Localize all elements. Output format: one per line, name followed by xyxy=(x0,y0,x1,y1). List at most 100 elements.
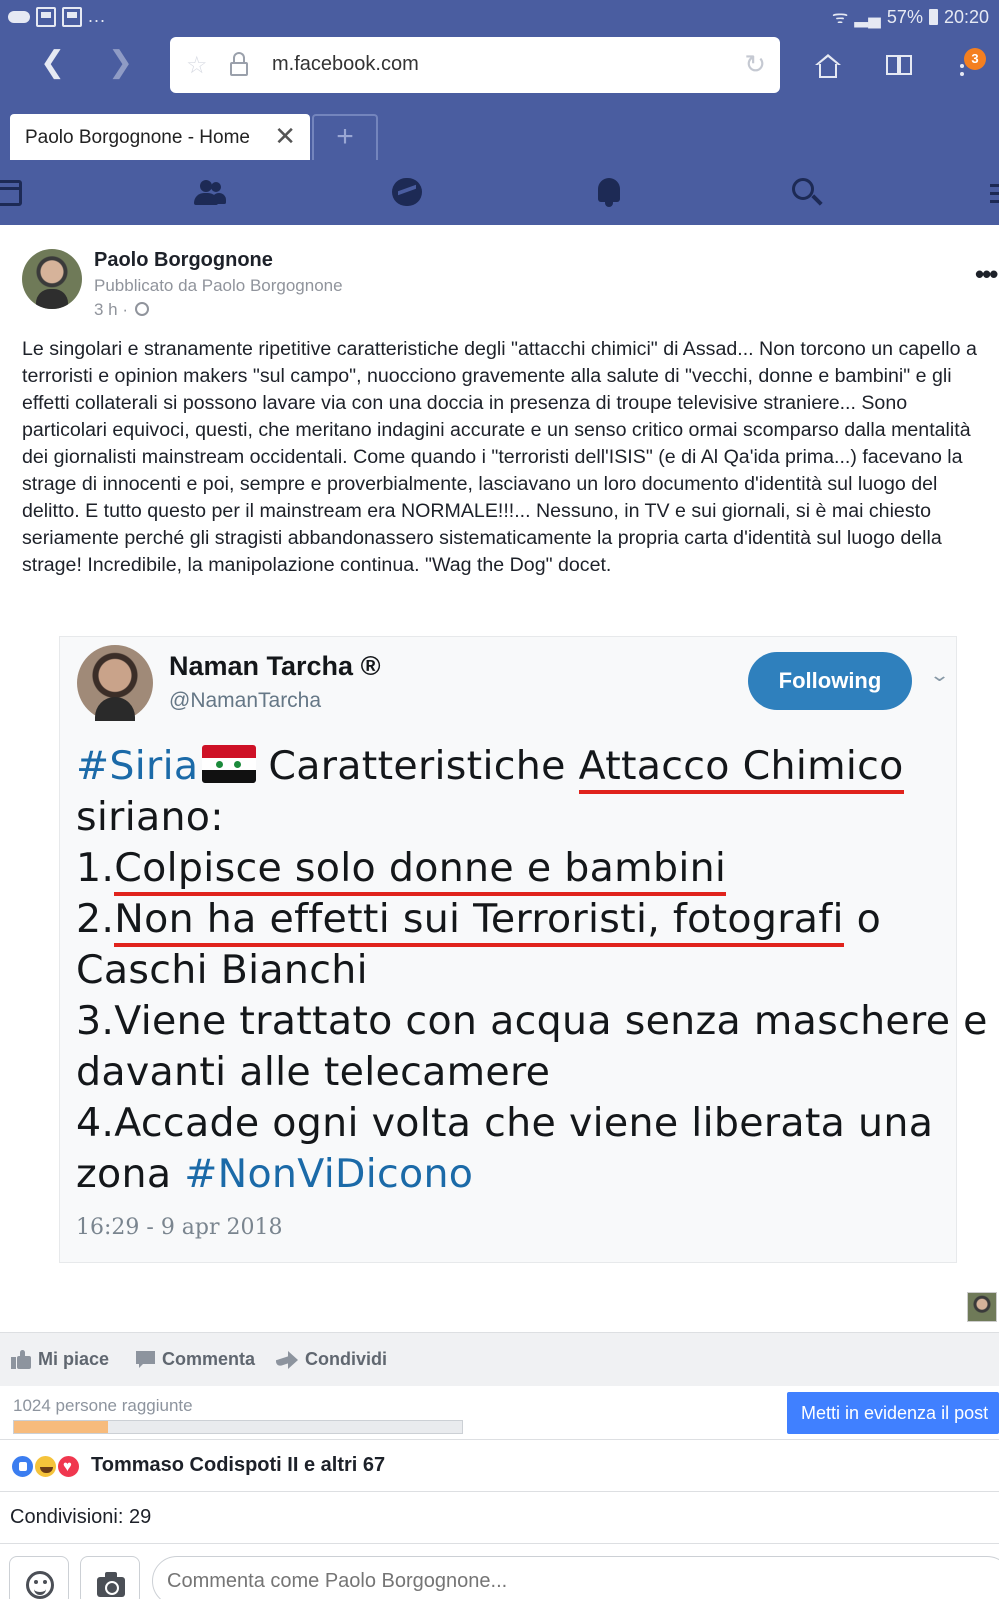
tweet-line: Caschi Bianchi xyxy=(76,947,368,993)
status-notifications: ... xyxy=(8,6,106,27)
tweet-text: 2. xyxy=(76,896,115,942)
comment-composer xyxy=(0,1544,999,1599)
hashtag: #NonViDicono xyxy=(184,1151,474,1197)
bell-icon[interactable] xyxy=(592,174,628,210)
tweet-text: zona xyxy=(76,1151,185,1197)
like-button[interactable]: Mi piace xyxy=(11,1349,109,1370)
post-time-text: 3 h · xyxy=(94,300,129,319)
flipboard-icon xyxy=(36,6,56,27)
tweet-avatar xyxy=(77,645,153,721)
tweet-screenshot[interactable]: Naman Tarcha ® @NamanTarcha Following ⌄ … xyxy=(59,636,988,1263)
tweet-underlined-text: Colpisce solo donne e bambini xyxy=(114,845,727,896)
address-bar[interactable]: ☆ m.facebook.com ↻ xyxy=(170,37,780,93)
home-icon[interactable] xyxy=(815,54,841,78)
tweet-text: o xyxy=(843,896,882,942)
published-by: Pubblicato da Paolo Borgognone xyxy=(94,276,343,295)
facebook-nav xyxy=(0,160,999,225)
close-icon[interactable]: ✕ xyxy=(274,122,296,150)
share-arrow-icon xyxy=(276,1351,298,1369)
comment-icon xyxy=(136,1351,155,1368)
comment-label: Commenta xyxy=(162,1349,256,1369)
globe-icon xyxy=(134,302,149,316)
share-label: Condividi xyxy=(305,1349,387,1369)
emoji-button[interactable] xyxy=(9,1556,69,1599)
tweet-underlined-text: Non ha effetti sui Terroristi, fotografi xyxy=(114,896,844,947)
reach-progress-fill xyxy=(14,1421,109,1433)
status-right: ᯤ ▂▄ 57% 20:20 xyxy=(832,5,989,29)
new-tab-button[interactable]: + xyxy=(312,114,378,160)
battery-icon xyxy=(928,9,938,25)
flipboard-icon xyxy=(62,6,82,27)
tweet-line: zona #NonViDicono xyxy=(76,1149,946,1200)
url-text[interactable]: m.facebook.com xyxy=(272,53,419,76)
love-reaction-icon xyxy=(56,1454,81,1479)
like-reaction-icon xyxy=(10,1454,35,1479)
tweet-line: 1.Colpisce solo donne e bambini xyxy=(76,843,946,896)
haha-reaction-icon xyxy=(33,1454,58,1479)
signal-icon: ▂▄ xyxy=(854,6,881,27)
status-bar: ... ᯤ ▂▄ 57% 20:20 xyxy=(0,0,999,34)
post-reach: 1024 persone raggiunte Metti in evidenza… xyxy=(0,1386,999,1440)
reload-icon[interactable]: ↻ xyxy=(744,49,766,80)
tweet-line: 2.Non ha effetti sui Terroristi, fotogra… xyxy=(76,894,946,947)
post-header: Paolo Borgognone Pubblicato da Paolo Bor… xyxy=(0,225,999,325)
comment-button[interactable]: Commenta xyxy=(136,1349,255,1370)
browser-toolbar: ❮ ❯ ☆ m.facebook.com ↻ 3 xyxy=(0,36,999,94)
post-author[interactable]: Paolo Borgognone xyxy=(94,249,273,272)
hamburger-icon[interactable] xyxy=(990,174,999,210)
back-icon[interactable]: ❮ xyxy=(40,48,65,78)
camera-icon xyxy=(97,1572,125,1597)
clock: 20:20 xyxy=(943,6,989,27)
tweet-underlined-text: Attacco Chimico xyxy=(578,743,904,794)
tab-active[interactable]: Paolo Borgognone - Home ✕ xyxy=(10,114,310,160)
photo-button[interactable] xyxy=(80,1556,140,1599)
tab-strip: Paolo Borgognone - Home ✕ + xyxy=(0,112,999,160)
shares-count[interactable]: Condivisioni: 29 xyxy=(10,1506,151,1529)
post-text: Le singolari e stranamente ripetitive ca… xyxy=(22,338,983,576)
post-time: 3 h · xyxy=(94,300,149,320)
boost-post-button[interactable]: Metti in evidenza il post xyxy=(787,1392,999,1434)
friends-icon[interactable] xyxy=(190,174,226,210)
post-options-button[interactable]: ••• xyxy=(975,259,998,290)
bookmarks-icon[interactable] xyxy=(886,55,914,75)
forward-icon[interactable]: ❯ xyxy=(108,48,133,78)
shares-summary[interactable]: Condivisioni: 29 xyxy=(0,1492,999,1544)
tweet-line: davanti alle telecamere xyxy=(76,1049,551,1095)
notification-badge: 3 xyxy=(964,48,986,70)
thumbs-up-icon xyxy=(11,1350,31,1369)
seen-by-avatar xyxy=(967,1292,997,1322)
news-feed-icon[interactable] xyxy=(0,174,30,210)
tweet-line: siriano: xyxy=(76,794,224,840)
tweet-line: 3.Viene trattato con acqua senza mascher… xyxy=(76,998,988,1044)
tweet-handle: @NamanTarcha xyxy=(169,689,322,712)
chevron-down-icon: ⌄ xyxy=(928,665,951,685)
search-icon[interactable] xyxy=(790,174,826,210)
tweet-text: 1. xyxy=(76,845,115,891)
reactions-summary[interactable]: Tommaso Codispoti II e altri 67 xyxy=(0,1440,999,1492)
smile-icon xyxy=(26,1571,54,1599)
reach-progress-bar xyxy=(13,1420,463,1434)
like-label: Mi piace xyxy=(38,1349,110,1369)
tab-title: Paolo Borgognone - Home xyxy=(25,127,250,148)
following-button: Following xyxy=(748,652,912,710)
battery-level: 57% xyxy=(886,6,923,27)
post-actions: Mi piace Commenta Condividi xyxy=(0,1332,999,1386)
messenger-icon[interactable] xyxy=(390,174,426,210)
wifi-icon: ᯤ xyxy=(831,7,849,27)
cloud-icon xyxy=(8,10,30,23)
more-notifications: ... xyxy=(88,6,107,26)
bookmark-star-icon[interactable]: ☆ xyxy=(186,51,208,80)
reach-text: 1024 persone raggiunte xyxy=(13,1396,193,1415)
comment-input[interactable] xyxy=(152,1556,999,1599)
avatar[interactable] xyxy=(22,249,82,309)
lock-icon xyxy=(230,52,248,76)
reaction-icons xyxy=(10,1454,84,1480)
hashtag: #Siria xyxy=(76,743,199,789)
tweet-line: 4.Accade ogni volta che viene liberata u… xyxy=(76,1100,934,1146)
browser-chrome: ... ᯤ ▂▄ 57% 20:20 ❮ ❯ ☆ m.facebook.com … xyxy=(0,0,999,225)
tweet-text: Caratteristiche xyxy=(268,743,579,789)
reactions-text[interactable]: Tommaso Codispoti II e altri 67 xyxy=(91,1454,385,1477)
share-button[interactable]: Condividi xyxy=(276,1349,387,1370)
syria-flag-icon xyxy=(202,745,257,783)
tweet-author-name: Naman Tarcha ® xyxy=(169,651,381,681)
